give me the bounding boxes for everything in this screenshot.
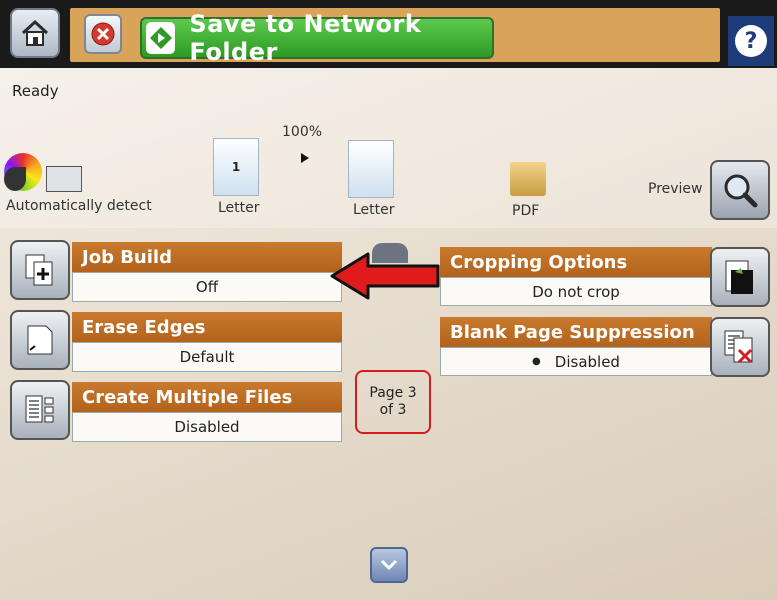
blank-page-suppression-title: Blank Page Suppression [440, 317, 712, 347]
page-indicator: Page 3 of 3 [355, 370, 431, 434]
scan-mode-icon[interactable] [46, 166, 82, 192]
chevron-down-icon [380, 559, 398, 571]
home-button[interactable] [10, 8, 60, 58]
blank-page-suppression-value-text: Disabled [554, 352, 620, 371]
output-size-label: Letter [353, 202, 395, 218]
color-mode-icon[interactable] [4, 153, 42, 191]
page-indicator-line2: of 3 [379, 402, 407, 418]
file-type-label: PDF [512, 203, 540, 219]
cropping-options-icon[interactable] [710, 247, 770, 307]
create-multiple-files-icon[interactable] [10, 380, 70, 440]
folder-icon[interactable] [510, 162, 546, 196]
help-icon: ? [735, 25, 767, 57]
scroll-down-button[interactable] [370, 547, 408, 583]
preview-button[interactable] [710, 160, 770, 220]
color-mode-label: Automatically detect [6, 198, 152, 214]
red-arrow-icon [330, 252, 440, 300]
erase-edges-value: Default [72, 342, 342, 372]
magnifier-icon [724, 174, 758, 208]
status-text: Ready [12, 82, 59, 100]
cancel-icon [91, 22, 115, 46]
start-icon [146, 22, 176, 54]
cropping-options-title: Cropping Options [440, 247, 712, 277]
job-build-title: Job Build [72, 242, 342, 272]
cancel-button[interactable] [84, 14, 122, 54]
original-page-icon[interactable]: 1 [213, 138, 259, 196]
blank-page-suppression-icon[interactable] [710, 317, 770, 377]
create-multiple-files-title: Create Multiple Files [72, 382, 342, 412]
save-to-network-folder-button[interactable]: Save to Network Folder [140, 10, 494, 66]
arrow-right-icon [301, 153, 309, 163]
erase-edges-icon[interactable] [10, 310, 70, 370]
bullet-icon: ● [532, 356, 541, 367]
blank-page-suppression-value: ● Disabled [440, 347, 712, 376]
output-page-icon[interactable] [348, 140, 394, 198]
create-multiple-files-value: Disabled [72, 412, 342, 442]
job-build-icon[interactable] [10, 240, 70, 300]
preview-label: Preview [648, 181, 703, 197]
home-icon [21, 19, 49, 46]
zoom-label: 100% [282, 124, 323, 140]
original-size-label: Letter [218, 200, 260, 216]
job-build-value: Off [72, 272, 342, 302]
help-button[interactable]: ? [728, 16, 774, 66]
start-button-label: Save to Network Folder [189, 10, 422, 66]
erase-edges-title: Erase Edges [72, 312, 342, 342]
page-indicator-line1: Page 3 [369, 385, 417, 401]
cropping-options-value: Do not crop [440, 277, 712, 306]
